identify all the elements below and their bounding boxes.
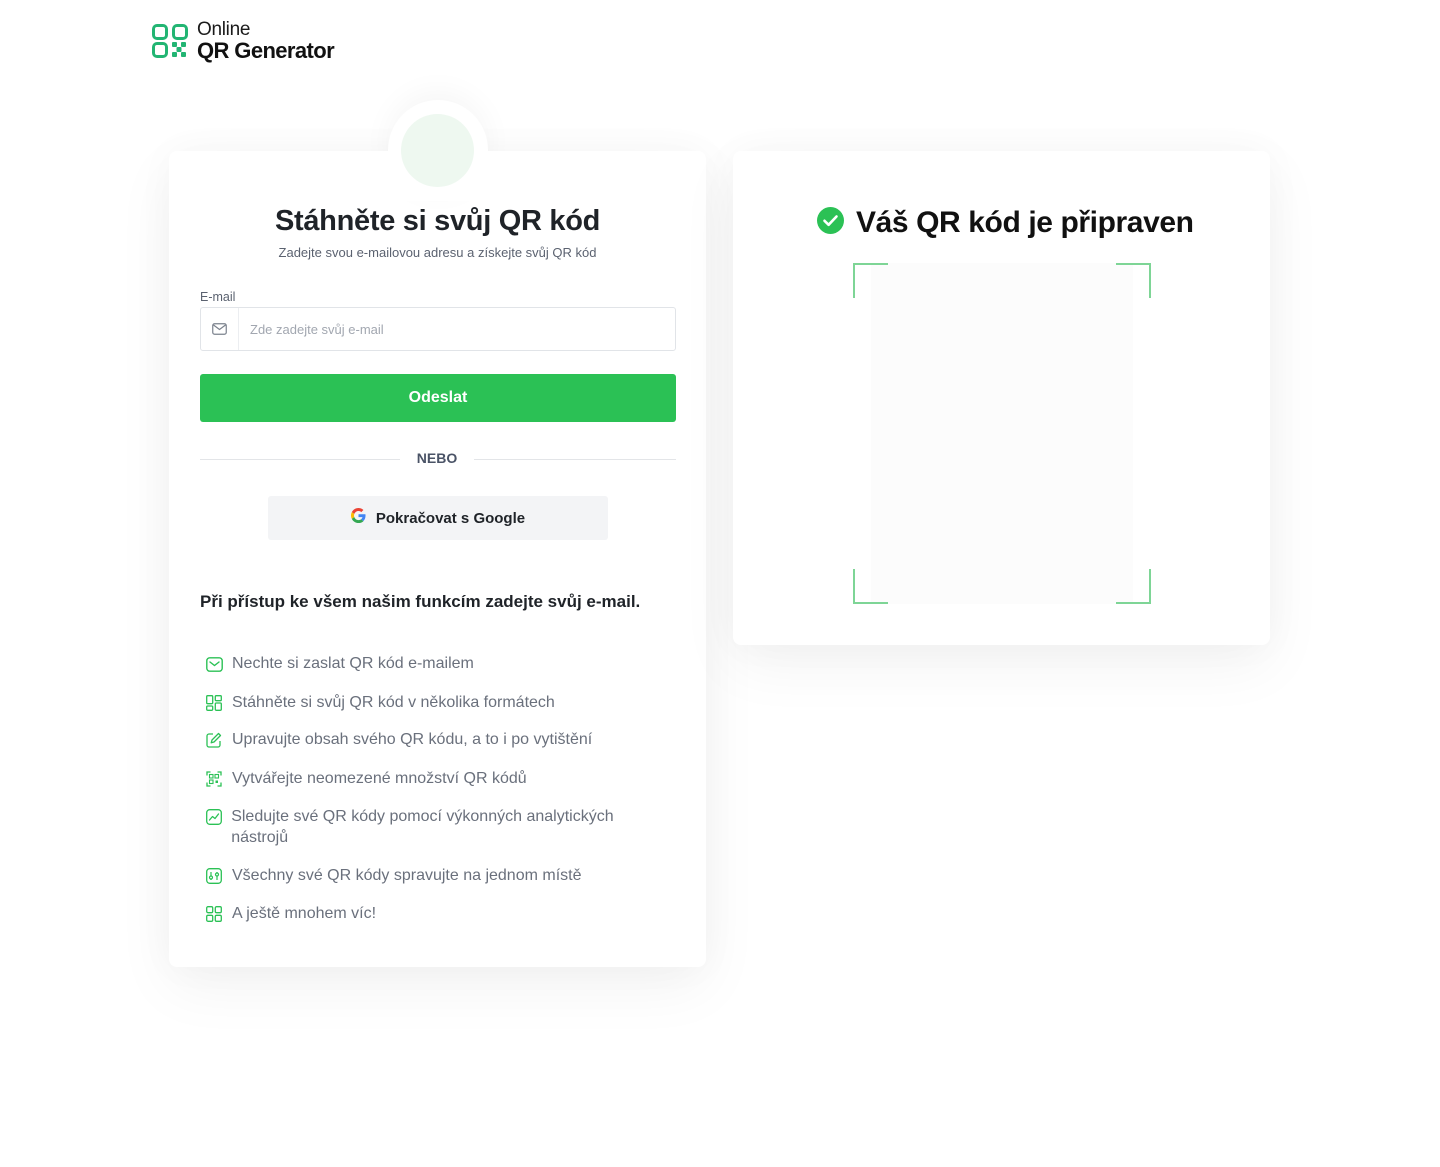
- check-circle-icon: [817, 207, 844, 239]
- feature-item: Upravujte obsah svého QR kódu, a to i po…: [200, 729, 660, 751]
- mail-icon: [202, 653, 226, 675]
- feature-item: Vytvářejte neomezené množství QR kódů: [200, 768, 660, 790]
- feature-item: A ještě mnohem víc!: [200, 903, 660, 925]
- ready-title: Váš QR kód je připraven: [856, 206, 1194, 239]
- qr-logo-icon: [152, 24, 188, 58]
- edit-icon: [202, 729, 226, 751]
- feature-text: Upravujte obsah svého QR kódu, a to i po…: [232, 731, 593, 748]
- feature-item: Sledujte své QR kódy pomocí výkonných an…: [200, 806, 660, 848]
- feature-text: A ještě mnohem víc!: [232, 905, 377, 922]
- qr-scan-icon: [202, 768, 226, 790]
- logo-line-2: QR Generator: [197, 38, 335, 63]
- divider-line-left: [200, 459, 400, 460]
- logo[interactable]: Online QR Generator: [152, 19, 335, 63]
- feature-text: Sledujte své QR kódy pomocí výkonných an…: [231, 808, 614, 846]
- logo-line-1: Online: [197, 19, 251, 40]
- email-input[interactable]: [239, 308, 675, 350]
- qr-placeholder: [871, 263, 1133, 604]
- feature-text: Nechte si zaslat QR kód e-mailem: [232, 655, 474, 672]
- feature-text: Všechny své QR kódy spravujte na jednom …: [232, 867, 582, 884]
- frame-corner-top-left: [853, 263, 888, 298]
- envelope-icon: [201, 308, 239, 350]
- email-label: E-mail: [200, 290, 236, 304]
- page-subtitle: Zadejte svou e-mailovou adresu a získejt…: [278, 245, 597, 260]
- feature-text: Vytvářejte neomezené množství QR kódů: [232, 770, 527, 787]
- email-field[interactable]: [200, 307, 676, 351]
- page-title: Stáhněte si svůj QR kód: [274, 205, 601, 237]
- frame-corner-top-right: [1116, 263, 1151, 298]
- divider-line-right: [474, 459, 676, 460]
- feature-text: Stáhněte si svůj QR kód v několika formá…: [232, 694, 555, 711]
- submit-button[interactable]: Odeslat: [200, 374, 676, 422]
- feature-item: Všechny své QR kódy spravujte na jednom …: [200, 865, 660, 887]
- frame-corner-bottom-right: [1116, 569, 1151, 604]
- frame-corner-bottom-left: [853, 569, 888, 604]
- formats-grid-icon: [202, 692, 226, 714]
- google-signin-button[interactable]: Pokračovat s Google: [268, 496, 608, 540]
- ready-heading: Váš QR kód je připraven: [817, 206, 1194, 240]
- features-title: Při přístup ke všem našim funkcím zadejt…: [200, 592, 641, 611]
- apps-icon: [202, 903, 226, 925]
- feature-item: Nechte si zaslat QR kód e-mailem: [200, 653, 660, 675]
- google-button-label: Pokračovat s Google: [375, 509, 526, 527]
- or-divider: NEBO: [200, 450, 676, 470]
- google-icon: [350, 508, 366, 528]
- avatar-circle: [401, 114, 474, 187]
- manage-icon: [202, 865, 226, 887]
- analytics-icon: [202, 806, 225, 828]
- divider-label: NEBO: [416, 450, 458, 466]
- feature-item: Stáhněte si svůj QR kód v několika formá…: [200, 692, 660, 714]
- qr-preview-frame: [853, 263, 1151, 604]
